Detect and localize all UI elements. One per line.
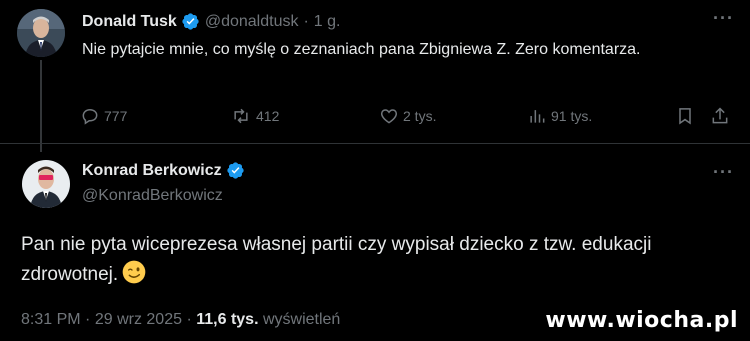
verified-badge-icon bbox=[226, 162, 244, 179]
verified-badge-icon bbox=[182, 13, 199, 30]
views-count: 11,6 tys. bbox=[196, 311, 259, 328]
tweet2-footer: 8:31 PM · 29 wrz 2025 · 11,6 tys. wyświe… bbox=[21, 311, 340, 329]
winking-face-emoji bbox=[122, 260, 146, 284]
repost-button[interactable]: 412 bbox=[230, 106, 279, 126]
author-name[interactable]: Donald Tusk bbox=[82, 13, 177, 31]
views-chart-icon bbox=[530, 110, 545, 123]
tweet2-text-body: Pan nie pyta wiceprezesa własnej partii … bbox=[21, 234, 652, 285]
separator: · bbox=[186, 311, 192, 328]
repost-count: 412 bbox=[256, 108, 280, 124]
tweet2-handle-row: @KonradBerkowicz bbox=[82, 187, 223, 205]
avatar-donald-tusk[interactable] bbox=[17, 9, 65, 57]
reply-icon bbox=[82, 108, 98, 125]
share-icon bbox=[712, 107, 728, 124]
separator: · bbox=[303, 12, 309, 30]
bookmark-icon bbox=[679, 108, 691, 125]
tweet2-text: Pan nie pyta wiceprezesa własnej partii … bbox=[21, 230, 731, 290]
repost-icon bbox=[234, 108, 248, 124]
views-button[interactable]: 91 tys. bbox=[527, 106, 592, 126]
more-icon[interactable]: ··· bbox=[713, 8, 734, 29]
avatar-konrad-berkowicz[interactable] bbox=[22, 160, 70, 208]
site-watermark: www.wiocha.pl bbox=[545, 308, 738, 333]
bookmark-button[interactable] bbox=[675, 106, 699, 126]
tweet-divider bbox=[0, 143, 750, 144]
tweet2-header: Konrad Berkowicz bbox=[82, 161, 245, 180]
like-count: 2 tys. bbox=[403, 108, 437, 124]
heart-icon bbox=[380, 109, 398, 124]
reply-button[interactable]: 777 bbox=[80, 106, 127, 126]
reply-count: 777 bbox=[104, 108, 128, 124]
post-time[interactable]: 8:31 PM bbox=[21, 311, 81, 328]
share-button[interactable] bbox=[710, 106, 734, 126]
author-name[interactable]: Konrad Berkowicz bbox=[82, 162, 222, 180]
separator: · bbox=[85, 311, 91, 328]
thread-connector-line bbox=[40, 60, 42, 152]
like-button[interactable]: 2 tys. bbox=[379, 106, 436, 126]
views-label: wyświetleń bbox=[262, 311, 341, 328]
views-count: 91 tys. bbox=[551, 108, 593, 124]
tweet1-header: Donald Tusk @donaldtusk · 1 g. bbox=[82, 12, 340, 31]
timestamp[interactable]: 1 g. bbox=[314, 13, 341, 31]
more-icon[interactable]: ··· bbox=[713, 162, 734, 183]
author-handle[interactable]: @donaldtusk bbox=[205, 13, 299, 31]
tweet1-action-bar: 777 412 2 tys. 91 tys. bbox=[70, 106, 735, 128]
author-handle[interactable]: @KonradBerkowicz bbox=[82, 187, 223, 205]
tweet1-text: Nie pytajcie mnie, co myślę o zeznaniach… bbox=[82, 41, 641, 58]
post-date[interactable]: 29 wrz 2025 bbox=[95, 311, 182, 328]
